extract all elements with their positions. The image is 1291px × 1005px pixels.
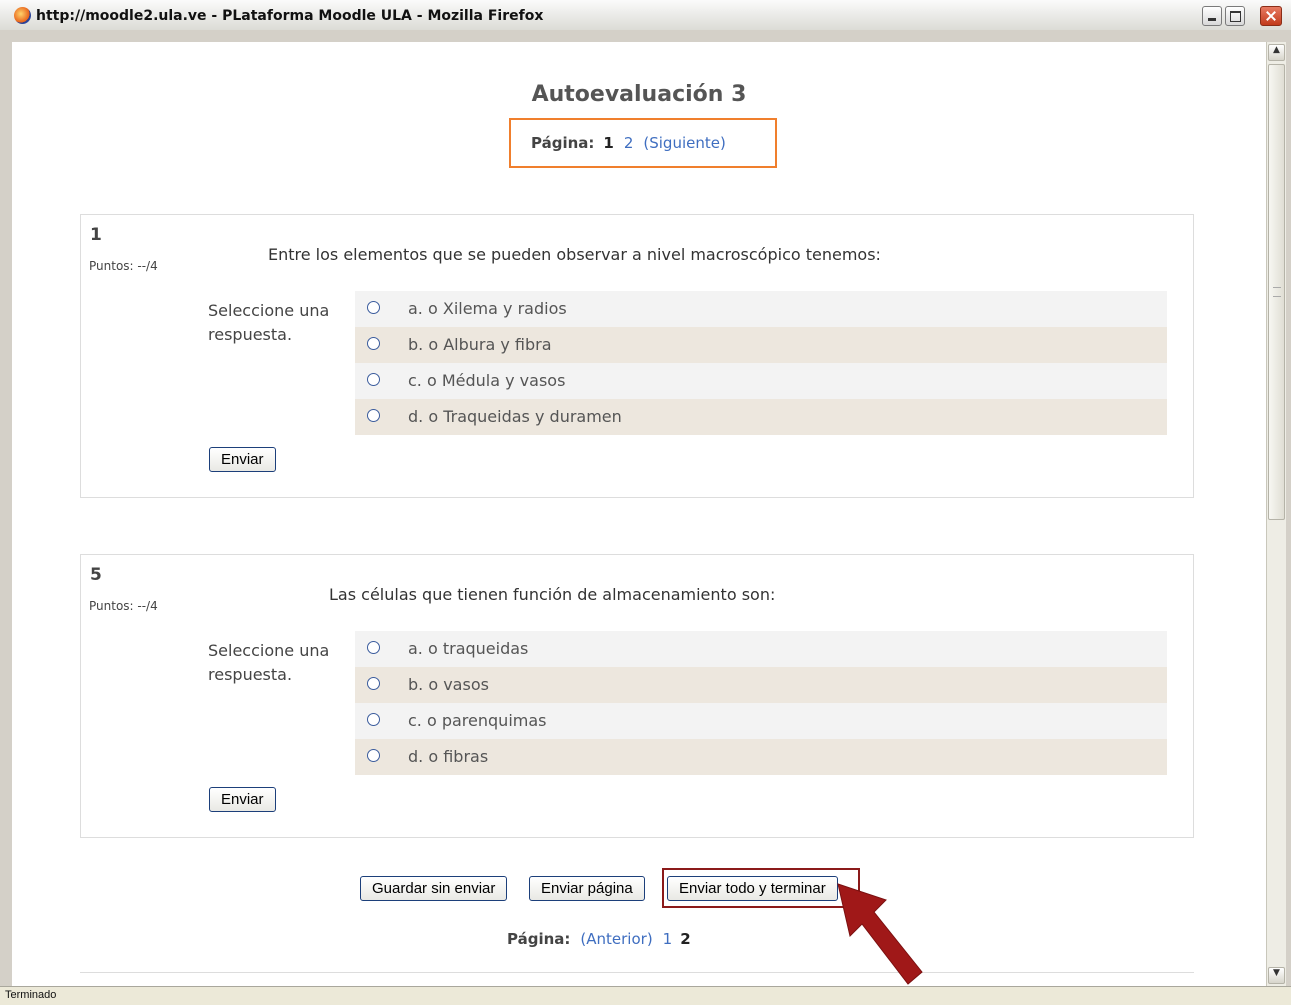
chevron-down-icon: ▼	[1273, 968, 1280, 978]
question-points: Puntos: --/4	[89, 259, 158, 273]
question-number: 1	[90, 225, 102, 245]
submit-question-button[interactable]: Enviar	[209, 787, 276, 812]
radio-button[interactable]	[367, 713, 380, 726]
radio-button[interactable]	[367, 677, 380, 690]
answer-option[interactable]: c. o parenquimas	[355, 703, 1167, 739]
scroll-up-button[interactable]: ▲	[1268, 44, 1285, 61]
answer-list: a. o Xilema y radios b. o Albura y fibra…	[355, 291, 1167, 435]
answer-option[interactable]: d. o fibras	[355, 739, 1167, 775]
answer-list: a. o traqueidas b. o vasos c. o parenqui…	[355, 631, 1167, 775]
maximize-button[interactable]	[1225, 6, 1245, 26]
vertical-scrollbar[interactable]: ▲ ▼	[1266, 42, 1286, 986]
submit-page-button[interactable]: Enviar página	[529, 876, 645, 901]
window-title: http://moodle2.ula.ve - PLataforma Moodl…	[36, 8, 544, 24]
answer-label: b. o Albura y fibra	[408, 335, 552, 354]
page-title: Autoevaluación 3	[531, 82, 747, 107]
question-points: Puntos: --/4	[89, 599, 158, 613]
answer-option[interactable]: b. o Albura y fibra	[355, 327, 1167, 363]
question-text: Entre los elementos que se pueden observ…	[268, 245, 881, 264]
answer-label: d. o Traqueidas y duramen	[408, 407, 622, 426]
answer-label: a. o traqueidas	[408, 639, 529, 658]
save-without-submit-button[interactable]: Guardar sin enviar	[360, 876, 508, 901]
question-text: Las células que tienen función de almace…	[329, 585, 776, 604]
answer-option[interactable]: b. o vasos	[355, 667, 1167, 703]
answer-label: c. o Médula y vasos	[408, 371, 566, 390]
pager-current-page: 2	[680, 930, 691, 948]
title-bar: http://moodle2.ula.ve - PLataforma Moodl…	[0, 0, 1291, 31]
next-question-card-edge	[80, 972, 1194, 986]
answer-option[interactable]: a. o traqueidas	[355, 631, 1167, 667]
radio-button[interactable]	[367, 373, 380, 386]
close-button[interactable]	[1260, 6, 1282, 26]
scrollbar-thumb[interactable]	[1268, 64, 1285, 520]
radio-button[interactable]	[367, 409, 380, 422]
answer-prompt: Seleccione una respuesta.	[208, 641, 330, 684]
page-viewport: Autoevaluación 3 Página: 1 2 (Siguiente) 1 …	[12, 42, 1266, 986]
pager-prev-link[interactable]: (Anterior)	[580, 930, 652, 948]
pager-page-link[interactable]: 1	[663, 930, 673, 948]
pager-top: Página: 1 2 (Siguiente)	[531, 134, 726, 152]
pager-top-highlight: Página: 1 2 (Siguiente)	[509, 118, 777, 168]
answer-prompt: Seleccione una respuesta.	[208, 301, 330, 344]
window-border-left	[0, 30, 12, 986]
window-border-top	[0, 30, 1291, 42]
chevron-up-icon: ▲	[1273, 45, 1280, 55]
firefox-icon	[14, 7, 31, 24]
question-number: 5	[90, 565, 102, 585]
answer-option[interactable]: c. o Médula y vasos	[355, 363, 1167, 399]
pager-label: Página:	[507, 930, 571, 948]
answer-option[interactable]: a. o Xilema y radios	[355, 291, 1167, 327]
answer-label: c. o parenquimas	[408, 711, 547, 730]
submit-all-and-finish-button[interactable]: Enviar todo y terminar	[667, 876, 838, 901]
status-text: Terminado	[5, 989, 57, 1001]
browser-window: http://moodle2.ula.ve - PLataforma Moodl…	[0, 0, 1291, 1005]
radio-button[interactable]	[367, 301, 380, 314]
window-border-right	[1286, 30, 1291, 986]
answer-option[interactable]: d. o Traqueidas y duramen	[355, 399, 1167, 435]
answer-label: a. o Xilema y radios	[408, 299, 567, 318]
radio-button[interactable]	[367, 749, 380, 762]
question-card: 5 Puntos: --/4 Las células que tienen fu…	[80, 554, 1194, 838]
pager-next-link[interactable]: (Siguiente)	[643, 134, 725, 152]
radio-button[interactable]	[367, 337, 380, 350]
answer-label: d. o fibras	[408, 747, 489, 766]
pager-bottom: Página: (Anterior) 1 2	[507, 930, 691, 948]
minimize-button[interactable]	[1202, 6, 1222, 26]
pager-label: Página:	[531, 134, 595, 152]
status-bar: Terminado	[0, 986, 1291, 1005]
pager-page-link[interactable]: 2	[624, 134, 634, 152]
scroll-down-button[interactable]: ▼	[1268, 967, 1285, 984]
pager-current-page: 1	[603, 134, 614, 152]
question-card: 1 Puntos: --/4 Entre los elementos que s…	[80, 214, 1194, 498]
submit-question-button[interactable]: Enviar	[209, 447, 276, 472]
radio-button[interactable]	[367, 641, 380, 654]
red-arrow-icon	[837, 883, 923, 985]
grip-icon	[1273, 287, 1281, 297]
answer-label: b. o vasos	[408, 675, 489, 694]
